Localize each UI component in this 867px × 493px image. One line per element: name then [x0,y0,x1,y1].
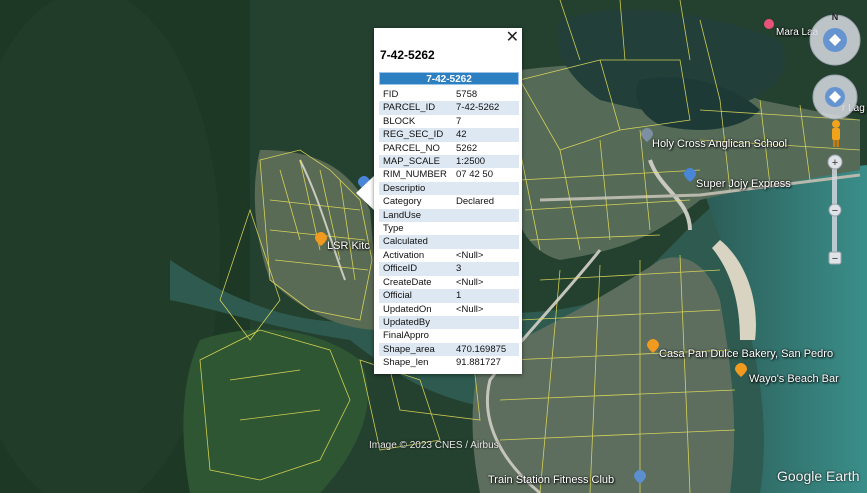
attribute-key: UpdatedOn [383,303,432,315]
attribute-row: CreateDate <Null> [379,276,519,289]
attribute-row: FID 5758 [379,88,519,101]
place-label: LSR Kitc [327,240,370,252]
zoom-slider[interactable]: + − − [826,152,844,270]
attribute-key: Official [383,290,412,302]
attribute-row: FinalAppro [379,329,519,342]
attribute-row: Shape_len 91.881727 [379,356,519,369]
attribute-row: Descriptio [379,181,519,196]
place-label: Wayo's Beach Bar [749,373,839,385]
attribute-row: REG_SEC_ID 42 [379,128,519,142]
popup-title: 7-42-5262 [380,48,435,62]
food-pin-icon [647,339,659,353]
attribute-row: PARCEL_ID 7-42-5262 [379,101,519,115]
attribute-value: 7-42-5262 [456,102,500,114]
attribute-key: Descriptio [383,182,426,194]
gym-pin-icon [634,470,646,484]
attribute-row: UpdatedOn <Null> [379,303,519,316]
place-label: Super Jojy Express [696,178,791,190]
attribute-value [452,235,519,248]
street-view-pegman-icon[interactable] [826,118,846,148]
close-icon[interactable]: ✕ [506,29,519,47]
attribute-value [452,222,519,235]
attribute-key: UpdatedBy [383,316,431,328]
attribute-value: 5262 [456,142,478,154]
attribute-key: FinalAppro [383,330,429,342]
parcel-info-popup: ✕ 7-42-5262 7-42-5262 FID 5758 PARCEL_ID 7-… [374,28,522,374]
attribute-row: Official 1 [379,289,519,303]
attribute-row: BLOCK 7 [379,115,519,128]
attribute-key: Activation [383,249,425,261]
food-pin-icon [315,232,327,246]
attribute-value [452,316,519,329]
attribute-table: FID 5758 PARCEL_ID 7-42-5262 BLOCK 7 REG_SEC_I… [379,88,519,370]
google-earth-logo: Google Earth [777,468,860,484]
attribute-value: 470.169875 [456,343,507,355]
food-pin-icon [735,363,747,377]
attribute-value [452,209,519,222]
attribute-row: Shape_area 470.169875 [379,342,519,357]
attribute-key: Shape_len [383,357,429,369]
attribute-key: FID [383,89,399,100]
attribute-value: <Null> [456,249,484,261]
attribute-key: REG_SEC_ID [383,129,444,141]
attribute-row: Type [379,222,519,235]
hotel-pin-icon [764,19,774,29]
attribute-key: BLOCK [383,115,416,127]
svg-text:+: + [832,157,838,169]
attribute-value [452,182,519,195]
attribute-row: LandUse [379,208,519,223]
compass-north-label: N [832,12,839,22]
attribute-key: Category [383,196,422,208]
attribute-value: 3 [456,263,462,275]
store-pin-icon [684,168,696,182]
attribute-row: MAP_SCALE 1:2500 [379,155,519,169]
attribute-value: 07 42 50 [456,169,493,181]
attribute-value: 1 [456,290,462,302]
attribute-key: PARCEL_ID [383,102,436,114]
attribute-key: LandUse [383,209,422,221]
attribute-row: Activation <Null> [379,249,519,262]
attribute-row: UpdatedBy [379,315,519,330]
attribute-key: Calculated [383,236,428,248]
attribute-row: OfficeID 3 [379,262,519,276]
attribute-key: CreateDate [383,276,432,288]
attribute-row: Category Declared [379,195,519,208]
attribute-value: 5758 [456,89,478,100]
attribute-value: 91.881727 [456,357,501,369]
attribute-key: PARCEL_NO [383,142,440,154]
attribute-key: MAP_SCALE [383,156,441,168]
attribute-row: PARCEL_NO 5262 [379,142,519,155]
attribute-row: Calculated [379,235,519,249]
attribute-row: RIM_NUMBER 07 42 50 [379,168,519,181]
place-label: Holy Cross Anglican School [652,138,788,150]
popup-pointer [356,175,375,211]
imagery-copyright: Image © 2023 CNES / Airbus [369,440,499,451]
svg-text:−: − [832,253,838,265]
attribute-key: RIM_NUMBER [383,169,447,181]
attribute-value [452,329,519,342]
attribute-value: 7 [456,115,462,127]
attribute-value: <Null> [456,303,484,315]
attribute-value: 42 [456,129,467,141]
attribute-key: OfficeID [383,263,418,275]
attribute-value: <Null> [456,276,484,288]
place-label: Casa Pan Dulce Bakery, San Pedro [659,348,834,360]
attribute-key: Shape_area [383,343,435,355]
compass-control[interactable]: N [806,8,864,68]
attribute-key: Type [383,223,404,235]
attribute-value: 1:2500 [456,156,486,168]
svg-text:−: − [832,205,838,217]
popup-table-header: 7-42-5262 [379,72,519,85]
attribute-value: Declared [456,196,495,208]
place-label: Train Station Fitness Club [488,474,615,486]
look-control[interactable] [810,72,860,122]
